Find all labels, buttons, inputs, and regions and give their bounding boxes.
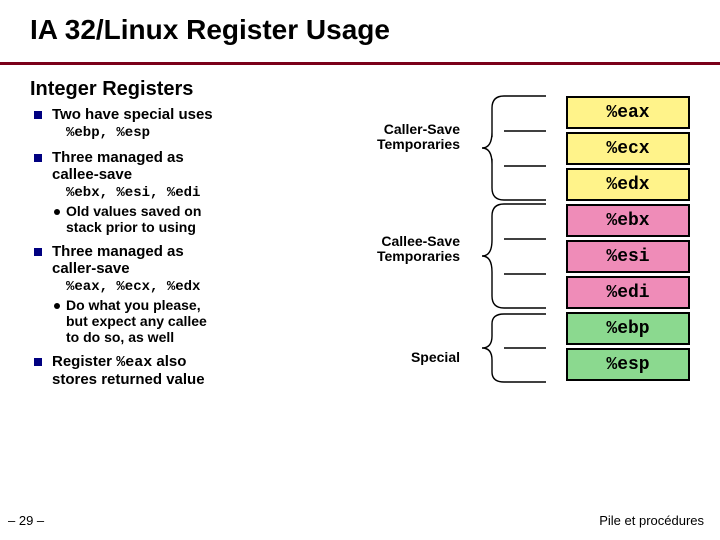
reg-ebp: %ebp (566, 312, 690, 345)
bullet-3-dot-a: Do what you please, (66, 297, 201, 313)
label-caller-a: Caller-Save (384, 121, 460, 137)
bullet-4-b: also (152, 353, 186, 370)
reg-esi: %esi (566, 240, 690, 273)
bullet-4-a: Register (52, 353, 116, 370)
bullet-2-dot-b: stack prior to using (66, 219, 196, 235)
bullet-2: Three managed as callee-save %ebx, %esi,… (52, 149, 330, 235)
reg-ebx: %ebx (566, 204, 690, 237)
bullet-2-dot: Old values saved on stack prior to using (66, 203, 330, 235)
reg-esp: %esp (566, 348, 690, 381)
bullet-column: Two have special uses %ebp, %esp Three m… (30, 106, 330, 396)
reg-eax: %eax (566, 96, 690, 129)
bullet-1-sub: %ebp, %esp (52, 125, 330, 141)
bullet-4-c: stores returned value (52, 371, 205, 388)
bullet-3-line-b: caller-save (52, 260, 130, 277)
label-callee-b: Temporaries (377, 248, 460, 264)
label-callee-a: Callee-Save (381, 233, 460, 249)
register-table: %eax %ecx %edx %ebx %esi %edi %ebp %esp (566, 96, 690, 384)
bullet-1-text: Two have special uses (52, 106, 213, 123)
page-number: – 29 – (8, 513, 44, 528)
reg-edi: %edi (566, 276, 690, 309)
label-caller-save: Caller-Save Temporaries (350, 122, 460, 153)
bullet-3-sub: %eax, %ecx, %edx (52, 279, 330, 295)
bullet-2-dot-a: Old values saved on (66, 203, 201, 219)
reg-ecx: %ecx (566, 132, 690, 165)
bullet-4: Register %eax also stores returned value (52, 353, 330, 388)
bullet-2-line-a: Three managed as (52, 149, 184, 166)
bullet-3-dot: Do what you please, but expect any calle… (66, 297, 330, 345)
bullet-3-dot-c: to do so, as well (66, 329, 174, 345)
bullet-3-dot-b: but expect any callee (66, 313, 207, 329)
bullet-2-line-b: callee-save (52, 166, 132, 183)
label-callee-save: Callee-Save Temporaries (350, 234, 460, 265)
footer-text: Pile et procédures (599, 513, 704, 528)
bullet-1: Two have special uses %ebp, %esp (52, 106, 330, 141)
bullet-3: Three managed as caller-save %eax, %ecx,… (52, 243, 330, 345)
page-title: IA 32/Linux Register Usage (0, 0, 720, 46)
content-area: Integer Registers Two have special uses … (30, 78, 700, 520)
title-underline (0, 62, 720, 65)
bullet-3-line-a: Three managed as (52, 243, 184, 260)
brace-callee (472, 202, 552, 310)
brace-special (472, 312, 552, 384)
bullet-4-reg: %eax (116, 354, 152, 371)
label-caller-b: Temporaries (377, 136, 460, 152)
brace-caller (472, 94, 552, 202)
reg-edx: %edx (566, 168, 690, 201)
bullet-2-sub: %ebx, %esi, %edi (52, 185, 330, 201)
label-special: Special (380, 350, 460, 365)
